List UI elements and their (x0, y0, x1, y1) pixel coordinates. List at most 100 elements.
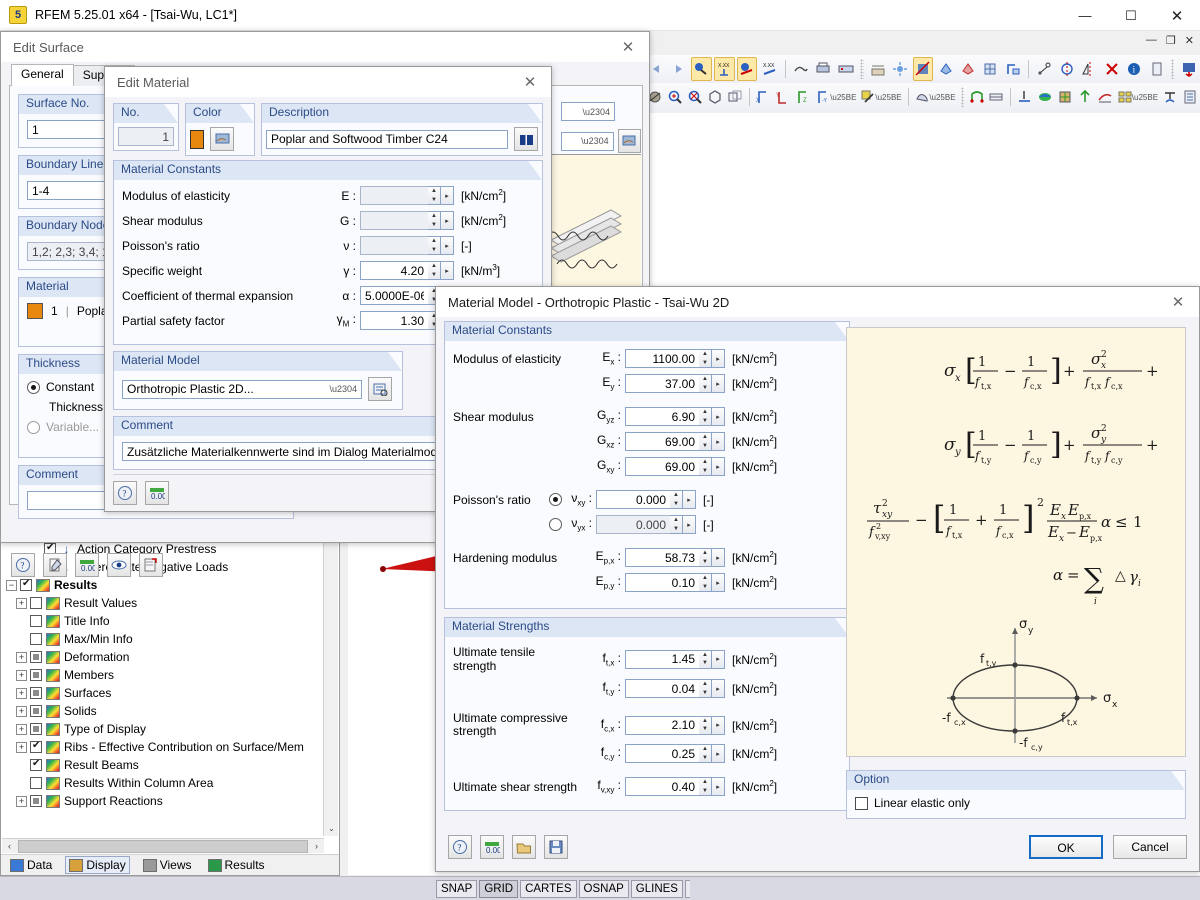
field-input[interactable] (360, 311, 428, 330)
tree-checkbox[interactable] (30, 633, 42, 645)
field-input[interactable] (625, 777, 699, 796)
spinner-more-button[interactable]: ▸ (712, 374, 725, 393)
spinner-more-button[interactable]: ▸ (712, 432, 725, 451)
tree-checkbox[interactable] (30, 705, 42, 717)
expander-plus-icon[interactable] (16, 795, 27, 807)
visibility-dropdown-caret-icon[interactable]: \u25BE (929, 93, 955, 102)
tree-checkbox[interactable] (20, 578, 32, 591)
tree-item-solids[interactable]: Solids (2, 702, 324, 720)
field-input[interactable] (625, 407, 699, 426)
status-toggle-glines[interactable]: GLINES (630, 880, 683, 898)
mdi-restore-button[interactable]: ❐ (1166, 34, 1176, 47)
spinner[interactable]: ▲▼▸ (428, 186, 454, 205)
grid-points-icon[interactable] (980, 57, 1000, 81)
material-model-dialog[interactable]: Material Model - Orthotropic Plastic - T… (435, 286, 1200, 872)
solid-results-icon[interactable] (1056, 85, 1074, 109)
help-icon[interactable]: ? (11, 553, 35, 577)
zoom-out-icon[interactable] (686, 85, 704, 109)
show-results-icon[interactable] (736, 57, 758, 81)
support-reactions-icon[interactable] (1076, 85, 1094, 109)
scroll-down-arrow-icon[interactable]: ⌄ (324, 821, 339, 836)
member-results-icon[interactable] (968, 85, 986, 109)
open-icon[interactable] (512, 835, 536, 859)
field-input[interactable] (360, 286, 428, 305)
tab-general[interactable]: General (11, 64, 74, 86)
grid-settings-icon[interactable] (890, 57, 910, 81)
material-model-close-icon[interactable]: ✕ (1157, 287, 1199, 317)
spinner-more-button[interactable]: ▸ (683, 490, 696, 509)
spinner[interactable]: ▲▼▸ (670, 515, 696, 534)
spinner-buttons[interactable]: ▲ ▼ (670, 490, 683, 509)
view-in-z-icon[interactable]: Z (794, 85, 812, 109)
spinner-more-button[interactable]: ▸ (712, 349, 725, 368)
tree-item-ribs-effective-contribution-on-surface-mem[interactable]: Ribs - Effective Contribution on Surface… (2, 738, 324, 756)
view-in-x-icon[interactable]: X (754, 85, 772, 109)
spinner[interactable]: ▲▼▸ (428, 261, 454, 280)
field-input[interactable] (360, 211, 428, 230)
navigator-horizontal-scrollbar[interactable]: ‹ › (2, 838, 324, 853)
spinner[interactable]: ▲▼▸ (699, 679, 725, 698)
edit-surface-footer-toolbar[interactable]: ? 0.00 (11, 553, 163, 577)
result-diagram-icon[interactable] (1096, 85, 1114, 109)
zoom-window-icon[interactable] (726, 85, 744, 109)
expander-plus-icon[interactable] (16, 723, 27, 735)
show-all-icon[interactable] (706, 85, 724, 109)
view-icon[interactable] (107, 553, 131, 577)
tree-item-results[interactable]: Results (2, 576, 324, 594)
units-icon[interactable]: 0.00 (480, 835, 504, 859)
nav-forward-icon[interactable] (668, 57, 688, 81)
render-model-icon[interactable] (791, 57, 811, 81)
field-input[interactable] (625, 374, 699, 393)
status-toggle-osnap[interactable]: OSNAP (578, 880, 629, 898)
spinner[interactable]: ▲▼▸ (699, 715, 725, 735)
thickness-constant-radio[interactable] (27, 380, 40, 394)
status-toggle-grid[interactable]: GRID (479, 880, 519, 898)
move-nodes-icon[interactable] (1034, 57, 1054, 81)
spinner-buttons[interactable]: ▲ ▼ (699, 715, 712, 735)
clipboard-icon[interactable] (1147, 57, 1167, 81)
color-picker-icon[interactable] (210, 127, 234, 151)
model-edit-icon[interactable] (368, 377, 392, 401)
spinner[interactable]: ▲▼▸ (699, 573, 725, 592)
poisson-option-row[interactable]: Poisson's ratio νxy : ▲▼▸ [-] (453, 490, 841, 509)
poisson-input-xy[interactable] (596, 490, 670, 509)
spinner-buttons[interactable]: ▲ ▼ (699, 457, 712, 476)
status-toggle-cartes[interactable]: CARTES (520, 880, 577, 898)
field-input[interactable] (625, 457, 699, 476)
tree-checkbox[interactable] (30, 758, 42, 771)
tree-checkbox[interactable] (30, 777, 42, 789)
help-icon[interactable]: ? (448, 835, 472, 859)
spinner[interactable]: ▲▼▸ (699, 548, 725, 567)
spinner[interactable]: ▲▼▸ (699, 777, 725, 796)
field-input[interactable] (625, 649, 699, 669)
show-values-icon[interactable]: X.XX (713, 57, 735, 81)
tree-item-max-min-info[interactable]: Max/Min Info (2, 630, 324, 648)
spinner-buttons[interactable]: ▲ ▼ (428, 236, 441, 255)
poisson-option-row[interactable]: νyx : ▲▼▸ [-] (453, 515, 841, 534)
spinner[interactable]: ▲▼▸ (699, 349, 725, 368)
tree-item-results-within-column-area[interactable]: Results Within Column Area (2, 774, 324, 792)
export-excel-icon[interactable] (1178, 57, 1198, 81)
tree-checkbox[interactable] (30, 669, 42, 681)
thickness-variable-radio[interactable] (27, 420, 40, 434)
tree-item-type-of-display[interactable]: Type of Display (2, 720, 324, 738)
field-input[interactable] (625, 349, 699, 368)
expander-plus-icon[interactable] (16, 651, 27, 663)
deformation-icon[interactable] (1016, 85, 1034, 109)
tree-item-surfaces[interactable]: Surfaces (2, 684, 324, 702)
spinner-buttons[interactable]: ▲ ▼ (428, 261, 441, 280)
material-model-ok-button[interactable]: OK (1029, 835, 1103, 859)
minimize-button[interactable]: — (1062, 0, 1108, 31)
result-table-icon[interactable] (987, 85, 1005, 109)
navigator-tab-display[interactable]: Display (65, 856, 130, 874)
spinner[interactable]: ▲▼▸ (699, 457, 725, 476)
scroll-left-arrow-icon[interactable]: ‹ (2, 841, 17, 851)
edit-icon[interactable] (43, 553, 67, 577)
spinner-more-button[interactable]: ▸ (712, 777, 725, 796)
tree-item-deformation[interactable]: Deformation (2, 648, 324, 666)
grid-display-icon[interactable] (868, 57, 888, 81)
tree-checkbox[interactable] (30, 615, 42, 627)
expander-plus-icon[interactable] (16, 741, 27, 753)
spinner[interactable]: ▲▼▸ (699, 432, 725, 451)
print-icon[interactable] (813, 57, 833, 81)
